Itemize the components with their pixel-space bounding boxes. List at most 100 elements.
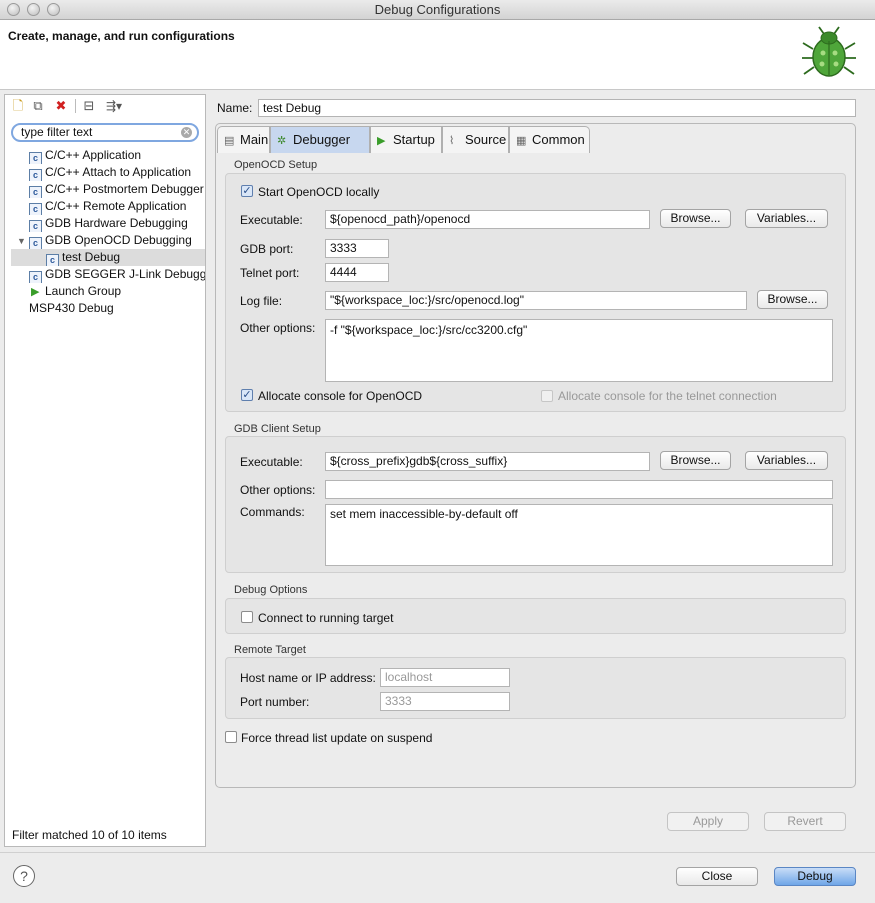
c-icon: c	[46, 254, 59, 266]
telnet-port-field[interactable]: 4444	[325, 263, 389, 282]
toolbar-divider	[75, 99, 76, 113]
tab-startup[interactable]: ▶ Startup	[370, 126, 442, 153]
openocd-executable-browse-button[interactable]: Browse...	[660, 209, 731, 228]
tree-item-label: GDB SEGGER J-Link Debugging	[45, 267, 205, 281]
bug-icon	[799, 25, 859, 81]
play-icon: ▶	[31, 286, 40, 298]
openocd-executable-variables-button[interactable]: Variables...	[745, 209, 828, 228]
revert-button[interactable]: Revert	[764, 812, 846, 831]
configuration-tree-panel: 🗋 ⧉ ✖ ⊟ ⇶▾ type filter text ✕ c C/C++ App…	[4, 94, 206, 847]
log-file-field[interactable]: "${workspace_loc:}/src/openocd.log"	[325, 291, 747, 310]
tab-label: Main	[240, 132, 269, 147]
tree-item-cpp-attach[interactable]: c C/C++ Attach to Application	[11, 164, 205, 181]
openocd-other-options-label: Other options:	[240, 321, 316, 335]
gdb-client-setup-title: GDB Client Setup	[234, 423, 321, 435]
tree-item-label: GDB Hardware Debugging	[45, 216, 188, 230]
tab-common[interactable]: ▦ Common	[509, 126, 590, 153]
remote-target-title: Remote Target	[234, 644, 306, 656]
gdb-executable-field[interactable]: ${cross_prefix}gdb${cross_suffix}	[325, 452, 650, 471]
debug-options-title: Debug Options	[234, 584, 308, 596]
remote-target-group	[225, 657, 846, 719]
tab-source[interactable]: ⌇ Source	[442, 126, 509, 153]
c-icon: c	[29, 152, 42, 164]
tree-item-label: C/C++ Attach to Application	[45, 165, 192, 179]
new-config-icon[interactable]: 🗋	[10, 98, 26, 114]
force-thread-checkbox[interactable]	[225, 731, 237, 743]
tab-label: Startup	[393, 132, 435, 147]
configuration-tree: c C/C++ Application c C/C++ Attach to Appl…	[11, 147, 205, 317]
dialog-header: Create, manage, and run configurations	[0, 20, 875, 90]
openocd-executable-label: Executable:	[240, 213, 303, 227]
duplicate-icon[interactable]: ⧉	[30, 98, 46, 114]
tree-item-test-debug[interactable]: c test Debug	[11, 249, 205, 266]
connect-running-label: Connect to running target	[258, 611, 394, 625]
debug-button[interactable]: Debug	[774, 867, 856, 886]
tree-item-label: MSP430 Debug	[29, 301, 114, 315]
apply-button[interactable]: Apply	[667, 812, 749, 831]
commands-label: Commands:	[240, 505, 305, 519]
c-icon: c	[29, 169, 42, 181]
delete-icon[interactable]: ✖	[53, 98, 69, 114]
openocd-setup-title: OpenOCD Setup	[234, 159, 318, 171]
openocd-other-options-field[interactable]: -f "${workspace_loc:}/src/cc3200.cfg"	[325, 319, 833, 382]
tree-item-cpp-postmortem[interactable]: c C/C++ Postmortem Debugger	[11, 181, 205, 198]
debugger-bug-icon: ✲	[277, 135, 287, 147]
tree-item-label: C/C++ Application	[45, 148, 142, 162]
header-title: Create, manage, and run configurations	[8, 29, 235, 43]
tree-item-launch-group[interactable]: ▶ Launch Group	[11, 283, 205, 300]
name-field[interactable]: test Debug	[258, 99, 856, 117]
allocate-telnet-checkbox[interactable]	[541, 390, 553, 402]
gdb-port-field[interactable]: 3333	[325, 239, 389, 258]
tree-item-gdb-segger[interactable]: c GDB SEGGER J-Link Debugging	[11, 266, 205, 283]
c-icon: c	[29, 237, 42, 249]
zoom-window-icon[interactable]	[47, 3, 60, 16]
tree-item-cpp-application[interactable]: c C/C++ Application	[11, 147, 205, 164]
filter-input[interactable]: type filter text ✕	[11, 123, 199, 142]
tab-label: Common	[532, 132, 585, 147]
gdb-other-options-label: Other options:	[240, 483, 316, 497]
close-window-icon[interactable]	[7, 3, 20, 16]
help-icon[interactable]: ?	[13, 865, 35, 887]
tree-item-label: C/C++ Postmortem Debugger	[45, 182, 204, 196]
log-file-browse-button[interactable]: Browse...	[757, 290, 828, 309]
c-icon: c	[29, 271, 42, 283]
gdb-other-options-field[interactable]	[325, 480, 833, 499]
telnet-port-label: Telnet port:	[240, 266, 300, 280]
tree-item-label: GDB OpenOCD Debugging	[45, 233, 192, 247]
connect-running-checkbox[interactable]	[241, 611, 253, 623]
window-title: Debug Configurations	[374, 2, 501, 17]
allocate-console-checkbox[interactable]: ✓	[241, 389, 253, 401]
commands-field[interactable]: set mem inaccessible-by-default off	[325, 504, 833, 566]
gdb-executable-variables-button[interactable]: Variables...	[745, 451, 828, 470]
minimize-window-icon[interactable]	[27, 3, 40, 16]
name-label: Name:	[217, 101, 253, 115]
gdb-port-label: GDB port:	[240, 242, 294, 256]
expand-triangle-icon[interactable]: ▼	[17, 233, 29, 249]
tree-item-cpp-remote[interactable]: c C/C++ Remote Application	[11, 198, 205, 215]
c-icon: c	[29, 186, 42, 198]
filter-status: Filter matched 10 of 10 items	[12, 828, 167, 842]
tree-item-gdb-hardware[interactable]: c GDB Hardware Debugging	[11, 215, 205, 232]
tab-main[interactable]: ▤ Main	[217, 126, 270, 153]
bottom-divider	[0, 852, 875, 853]
force-thread-label: Force thread list update on suspend	[241, 731, 433, 745]
log-file-label: Log file:	[240, 294, 283, 308]
common-icon: ▦	[516, 135, 527, 147]
start-openocd-checkbox[interactable]: ✓	[241, 185, 253, 197]
clear-filter-icon[interactable]: ✕	[181, 127, 192, 138]
gdb-executable-browse-button[interactable]: Browse...	[660, 451, 731, 470]
tree-item-gdb-openocd[interactable]: ▼ c GDB OpenOCD Debugging	[11, 232, 205, 249]
tab-label: Source	[465, 132, 507, 147]
close-button[interactable]: Close	[676, 867, 758, 886]
tree-item-label: C/C++ Remote Application	[45, 199, 187, 213]
port-number-field[interactable]: 3333	[380, 692, 510, 711]
tree-item-label: Launch Group	[45, 284, 122, 298]
tab-debugger[interactable]: ✲ Debugger	[270, 126, 370, 153]
c-icon: c	[29, 220, 42, 232]
openocd-executable-field[interactable]: ${openocd_path}/openocd	[325, 210, 650, 229]
collapse-all-icon[interactable]: ⊟	[81, 98, 97, 114]
filter-icon[interactable]: ⇶▾	[101, 98, 127, 114]
tree-item-msp430[interactable]: MSP430 Debug	[11, 300, 205, 317]
host-field[interactable]: localhost	[380, 668, 510, 687]
gdb-executable-label: Executable:	[240, 455, 303, 469]
